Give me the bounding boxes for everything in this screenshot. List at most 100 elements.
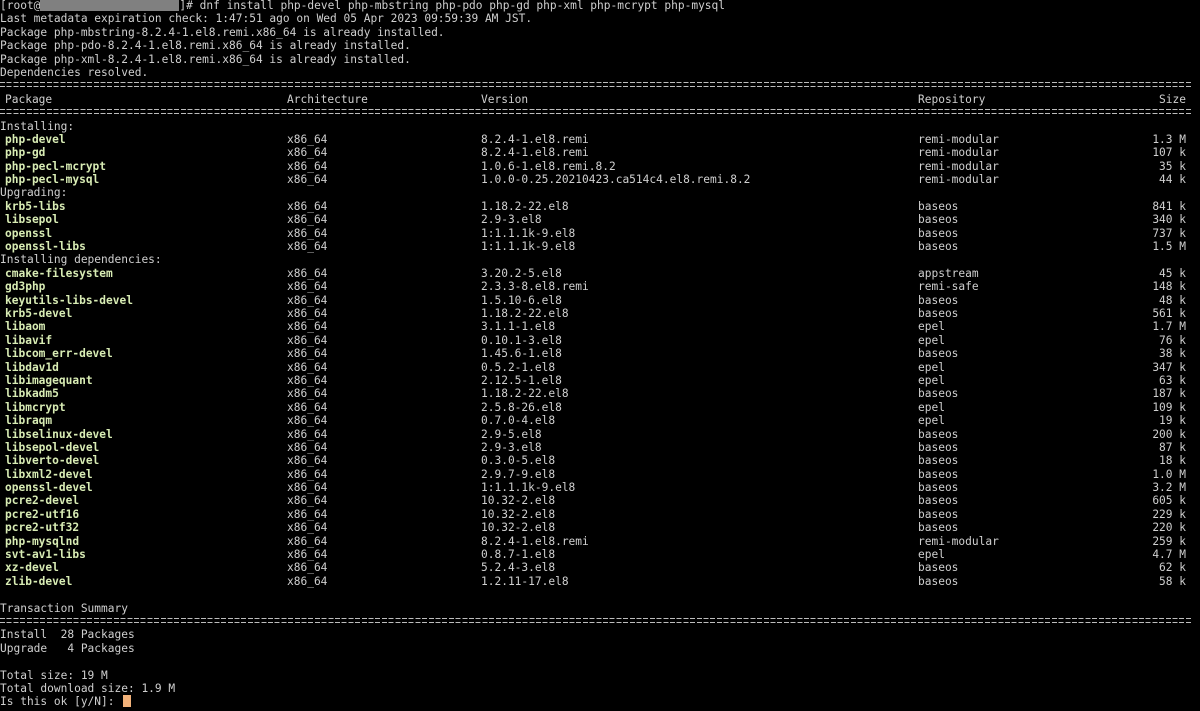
package-arch: x86_64 (287, 266, 328, 280)
package-arch: x86_64 (287, 240, 328, 254)
package-name: libraqm (5, 414, 53, 428)
package-arch: x86_64 (287, 173, 328, 187)
package-repo: baseos (918, 561, 959, 575)
package-name: krb5-devel (5, 306, 73, 320)
package-name: libimagequant (5, 373, 93, 387)
table-row: gd3php x86_64 2.3.3-8.el8.remi remi-safe 148… (0, 280, 1200, 293)
package-arch: x86_64 (287, 320, 328, 334)
package-size: 58 k (1159, 574, 1186, 588)
package-size: 45 k (1159, 266, 1186, 280)
package-arch: x86_64 (287, 280, 328, 294)
package-repo: appstream (918, 266, 979, 280)
command-line: [root@]# dnf install php-devel php-mbstr… (0, 0, 1200, 12)
package-size: 44 k (1159, 173, 1186, 187)
confirm-prompt[interactable]: Is this ok [y/N]: (0, 695, 1200, 708)
package-name: keyutils-libs-devel (5, 293, 133, 307)
section-label: Installing: (0, 119, 75, 133)
package-version: 8.2.4-1.el8.remi (481, 534, 589, 548)
package-repo: epel (918, 400, 945, 414)
package-arch: x86_64 (287, 360, 328, 374)
separator (0, 79, 1200, 92)
table-row: pcre2-utf16 x86_64 10.32-2.el8 baseos 229 k (0, 508, 1200, 521)
package-repo: remi-modular (918, 173, 999, 187)
section-label: Upgrading: (0, 186, 68, 200)
terminal-window[interactable]: [root@]# dnf install php-devel php-mbstr… (0, 0, 1200, 711)
package-size: 63 k (1159, 373, 1186, 387)
package-name: php-mysqlnd (5, 534, 80, 548)
package-size: 3.2 M (1152, 481, 1186, 495)
package-table: Installing: php-devel x86_64 8.2.4-1.el8.re… (0, 120, 1200, 589)
table-row: openssl-devel x86_64 1:1.1.1k-9.el8 baseos 3… (0, 481, 1200, 494)
package-size: 259 k (1152, 534, 1186, 548)
package-repo: baseos (918, 454, 959, 468)
package-name: libmcrypt (5, 400, 66, 414)
package-version: 1.0.0-0.25.20210423.ca514c4.el8.remi.8.2 (481, 173, 751, 187)
package-size: 87 k (1159, 440, 1186, 454)
package-name: gd3php (5, 280, 46, 294)
package-version: 2.5.8-26.el8 (481, 400, 562, 414)
package-version: 1.5.10-6.el8 (481, 293, 562, 307)
preamble-line: Package php-xml-8.2.4-1.el8.remi.x86_64 … (0, 52, 411, 66)
package-repo: remi-modular (918, 534, 999, 548)
total-size: Total size: 19 M (0, 668, 108, 682)
package-arch: x86_64 (287, 333, 328, 347)
confirm-question: Is this ok [y/N]: (0, 695, 122, 709)
package-arch: x86_64 (287, 548, 328, 562)
package-repo: epel (918, 320, 945, 334)
table-row: pcre2-devel x86_64 10.32-2.el8 baseos 605 k (0, 494, 1200, 507)
package-arch: x86_64 (287, 293, 328, 307)
redacted-hostname (40, 0, 180, 11)
package-repo: baseos (918, 293, 959, 307)
package-name: libsepol (5, 213, 59, 227)
package-version: 10.32-2.el8 (481, 494, 556, 508)
package-arch: x86_64 (287, 132, 328, 146)
table-row: keyutils-libs-devel x86_64 1.5.10-6.el8 bas… (0, 294, 1200, 307)
package-name: libaom (5, 320, 46, 334)
package-version: 10.32-2.el8 (481, 507, 556, 521)
preamble-line: Last metadata expiration check: 1:47:51 … (0, 12, 533, 26)
package-size: 200 k (1152, 427, 1186, 441)
package-repo: epel (918, 333, 945, 347)
package-version: 1.18.2-22.el8 (481, 199, 569, 213)
table-row: libcom_err-devel x86_64 1.45.6-1.el8 baseos… (0, 347, 1200, 360)
table-row: xz-devel x86_64 5.2.4-3.el8 baseos 62 k (0, 561, 1200, 574)
package-version: 10.32-2.el8 (481, 521, 556, 535)
package-repo: epel (918, 548, 945, 562)
package-arch: x86_64 (287, 561, 328, 575)
table-row: libselinux-devel x86_64 2.9-5.el8 baseos 200… (0, 428, 1200, 441)
table-row: openssl x86_64 1:1.1.1k-9.el8 baseos 737 k (0, 227, 1200, 240)
package-name: pcre2-utf16 (5, 507, 80, 521)
package-name: libkadm5 (5, 387, 59, 401)
package-arch: x86_64 (287, 199, 328, 213)
separator (0, 106, 1200, 119)
package-repo: remi-modular (918, 146, 999, 160)
package-name: libverto-devel (5, 454, 100, 468)
package-version: 0.7.0-4.el8 (481, 414, 556, 428)
separator (0, 615, 1200, 628)
prompt-user: [root@ (0, 0, 41, 12)
package-repo: epel (918, 373, 945, 387)
package-size: 19 k (1159, 414, 1186, 428)
package-version: 3.1.1-1.el8 (481, 320, 556, 334)
package-version: 1.2.11-17.el8 (481, 574, 569, 588)
table-row: php-pecl-mcrypt x86_64 1.0.6-1.el8.remi.8.… (0, 160, 1200, 173)
package-version: 0.3.0-5.el8 (481, 454, 556, 468)
package-size: 1.3 M (1152, 132, 1186, 146)
text-cursor[interactable] (123, 695, 132, 708)
package-name: openssl-devel (5, 481, 93, 495)
package-repo: baseos (918, 494, 959, 508)
package-repo: baseos (918, 467, 959, 481)
preamble-line: Dependencies resolved. (0, 65, 149, 79)
package-name: pcre2-devel (5, 494, 80, 508)
package-arch: x86_64 (287, 440, 328, 454)
package-version: 0.5.2-1.el8 (481, 360, 556, 374)
package-repo: baseos (918, 440, 959, 454)
package-name: cmake-filesystem (5, 266, 113, 280)
package-version: 5.2.4-3.el8 (481, 561, 556, 575)
package-repo: remi-modular (918, 132, 999, 146)
package-name: openssl-libs (5, 240, 86, 254)
package-arch: x86_64 (287, 414, 328, 428)
package-arch: x86_64 (287, 427, 328, 441)
package-name: php-devel (5, 132, 66, 146)
